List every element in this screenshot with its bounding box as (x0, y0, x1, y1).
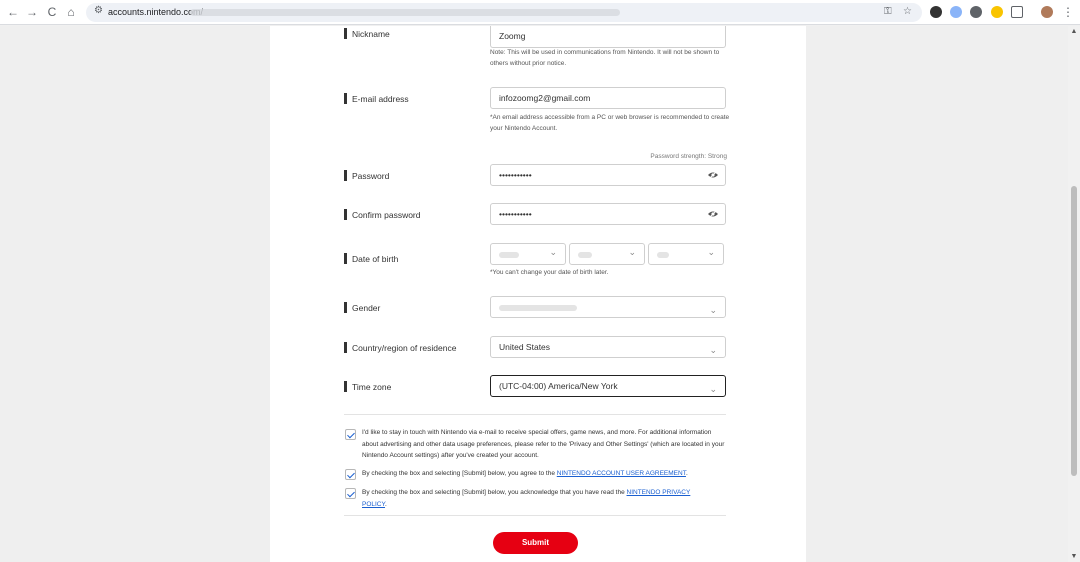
nickname-input[interactable]: Zoomg (490, 26, 726, 48)
newsletter-checkbox[interactable] (345, 429, 356, 440)
extension-icon[interactable] (950, 6, 962, 18)
birth-month-select[interactable]: ⌄ (569, 243, 645, 265)
user-agreement-link[interactable]: NINTENDO ACCOUNT USER AGREEMENT (557, 470, 686, 477)
privacy-policy-text: By checking the box and selecting [Submi… (362, 487, 712, 510)
chevron-down-icon: ⌄ (709, 384, 717, 394)
user-agreement-text-after: . (685, 470, 688, 477)
password-input[interactable]: ••••••••••• (490, 164, 726, 186)
home-icon[interactable]: ⌂ (63, 4, 79, 20)
chevron-down-icon: ⌄ (709, 305, 717, 315)
date-of-birth-note: *You can't change your date of birth lat… (490, 269, 609, 276)
chevron-down-icon: ⌄ (549, 247, 557, 257)
blurred-value (578, 252, 592, 258)
avatar[interactable] (1041, 6, 1053, 18)
eye-icon[interactable] (707, 209, 719, 219)
blurred-value (499, 305, 577, 311)
privacy-policy-text-before: By checking the box and selecting [Submi… (362, 489, 627, 496)
reload-icon[interactable]: C (44, 4, 60, 20)
email-label: E-mail address (344, 93, 409, 104)
privacy-policy-checkbox[interactable] (345, 488, 356, 499)
url-path-blurred (190, 9, 620, 16)
back-icon[interactable]: ← (5, 4, 21, 20)
nickname-label: Nickname (344, 28, 390, 39)
gender-label: Gender (344, 302, 380, 313)
blurred-value (657, 252, 669, 258)
date-of-birth-label: Date of birth (344, 253, 398, 264)
url-text: accounts.nintendo.com/ (108, 7, 204, 17)
password-value: ••••••••••• (499, 170, 532, 180)
browser-toolbar: ← → C ⌂ ⚙ accounts.nintendo.com/ ⚿ ☆ ⋮ (0, 0, 1080, 25)
country-select[interactable]: United States ⌄ (490, 336, 726, 358)
site-info-icon[interactable]: ⚙ (94, 5, 103, 16)
confirm-password-label: Confirm password (344, 209, 421, 220)
user-agreement-checkbox[interactable] (345, 469, 356, 480)
key-icon[interactable]: ⚿ (884, 6, 892, 17)
chevron-down-icon: ⌄ (707, 247, 715, 257)
scroll-down-icon[interactable]: ▼ (1070, 553, 1078, 560)
extension-icon[interactable] (970, 6, 982, 18)
scrollbar[interactable]: ▲ ▼ (1068, 26, 1080, 562)
privacy-policy-text-after: . (385, 500, 387, 508)
blurred-value (499, 252, 519, 258)
password-strength: Password strength: Strong (650, 153, 727, 160)
timezone-select[interactable]: (UTC-04:00) America/New York ⌄ (490, 375, 726, 397)
country-value: United States (499, 342, 551, 352)
star-icon[interactable]: ☆ (903, 6, 912, 17)
submit-button[interactable]: Submit (493, 532, 578, 554)
forward-icon[interactable]: → (24, 4, 40, 20)
eye-icon[interactable] (707, 170, 719, 180)
address-bar[interactable]: ⚙ accounts.nintendo.com/ ⚿ ☆ (86, 3, 922, 22)
scrollbar-thumb[interactable] (1071, 186, 1077, 476)
user-agreement-text: By checking the box and selecting [Submi… (362, 468, 728, 480)
gender-select[interactable]: ⌄ (490, 296, 726, 318)
chevron-down-icon: ⌄ (628, 247, 636, 257)
menu-icon[interactable]: ⋮ (1060, 4, 1076, 20)
extension-icon[interactable] (930, 6, 942, 18)
email-note: *An email address accessible from a PC o… (490, 114, 730, 132)
country-label: Country/region of residence (344, 342, 456, 353)
timezone-value: (UTC-04:00) America/New York (499, 381, 618, 391)
password-label: Password (344, 170, 389, 181)
extension-icon[interactable] (991, 6, 1003, 18)
birth-day-select[interactable]: ⌄ (648, 243, 724, 265)
nickname-note: Note: This will be used in communication… (490, 49, 720, 67)
scroll-up-icon[interactable]: ▲ (1070, 28, 1078, 35)
birth-year-select[interactable]: ⌄ (490, 243, 566, 265)
confirm-password-value: ••••••••••• (499, 209, 532, 219)
timezone-label: Time zone (344, 381, 391, 392)
divider (344, 515, 726, 516)
divider (344, 414, 726, 415)
chevron-down-icon: ⌄ (709, 345, 717, 355)
newsletter-consent-text: I'd like to stay in touch with Nintendo … (362, 429, 725, 459)
puzzle-icon[interactable] (1011, 6, 1023, 18)
confirm-password-input[interactable]: ••••••••••• (490, 203, 726, 225)
email-input[interactable]: infozoomg2@gmail.com (490, 87, 726, 109)
user-agreement-text-before: By checking the box and selecting [Submi… (362, 470, 557, 477)
